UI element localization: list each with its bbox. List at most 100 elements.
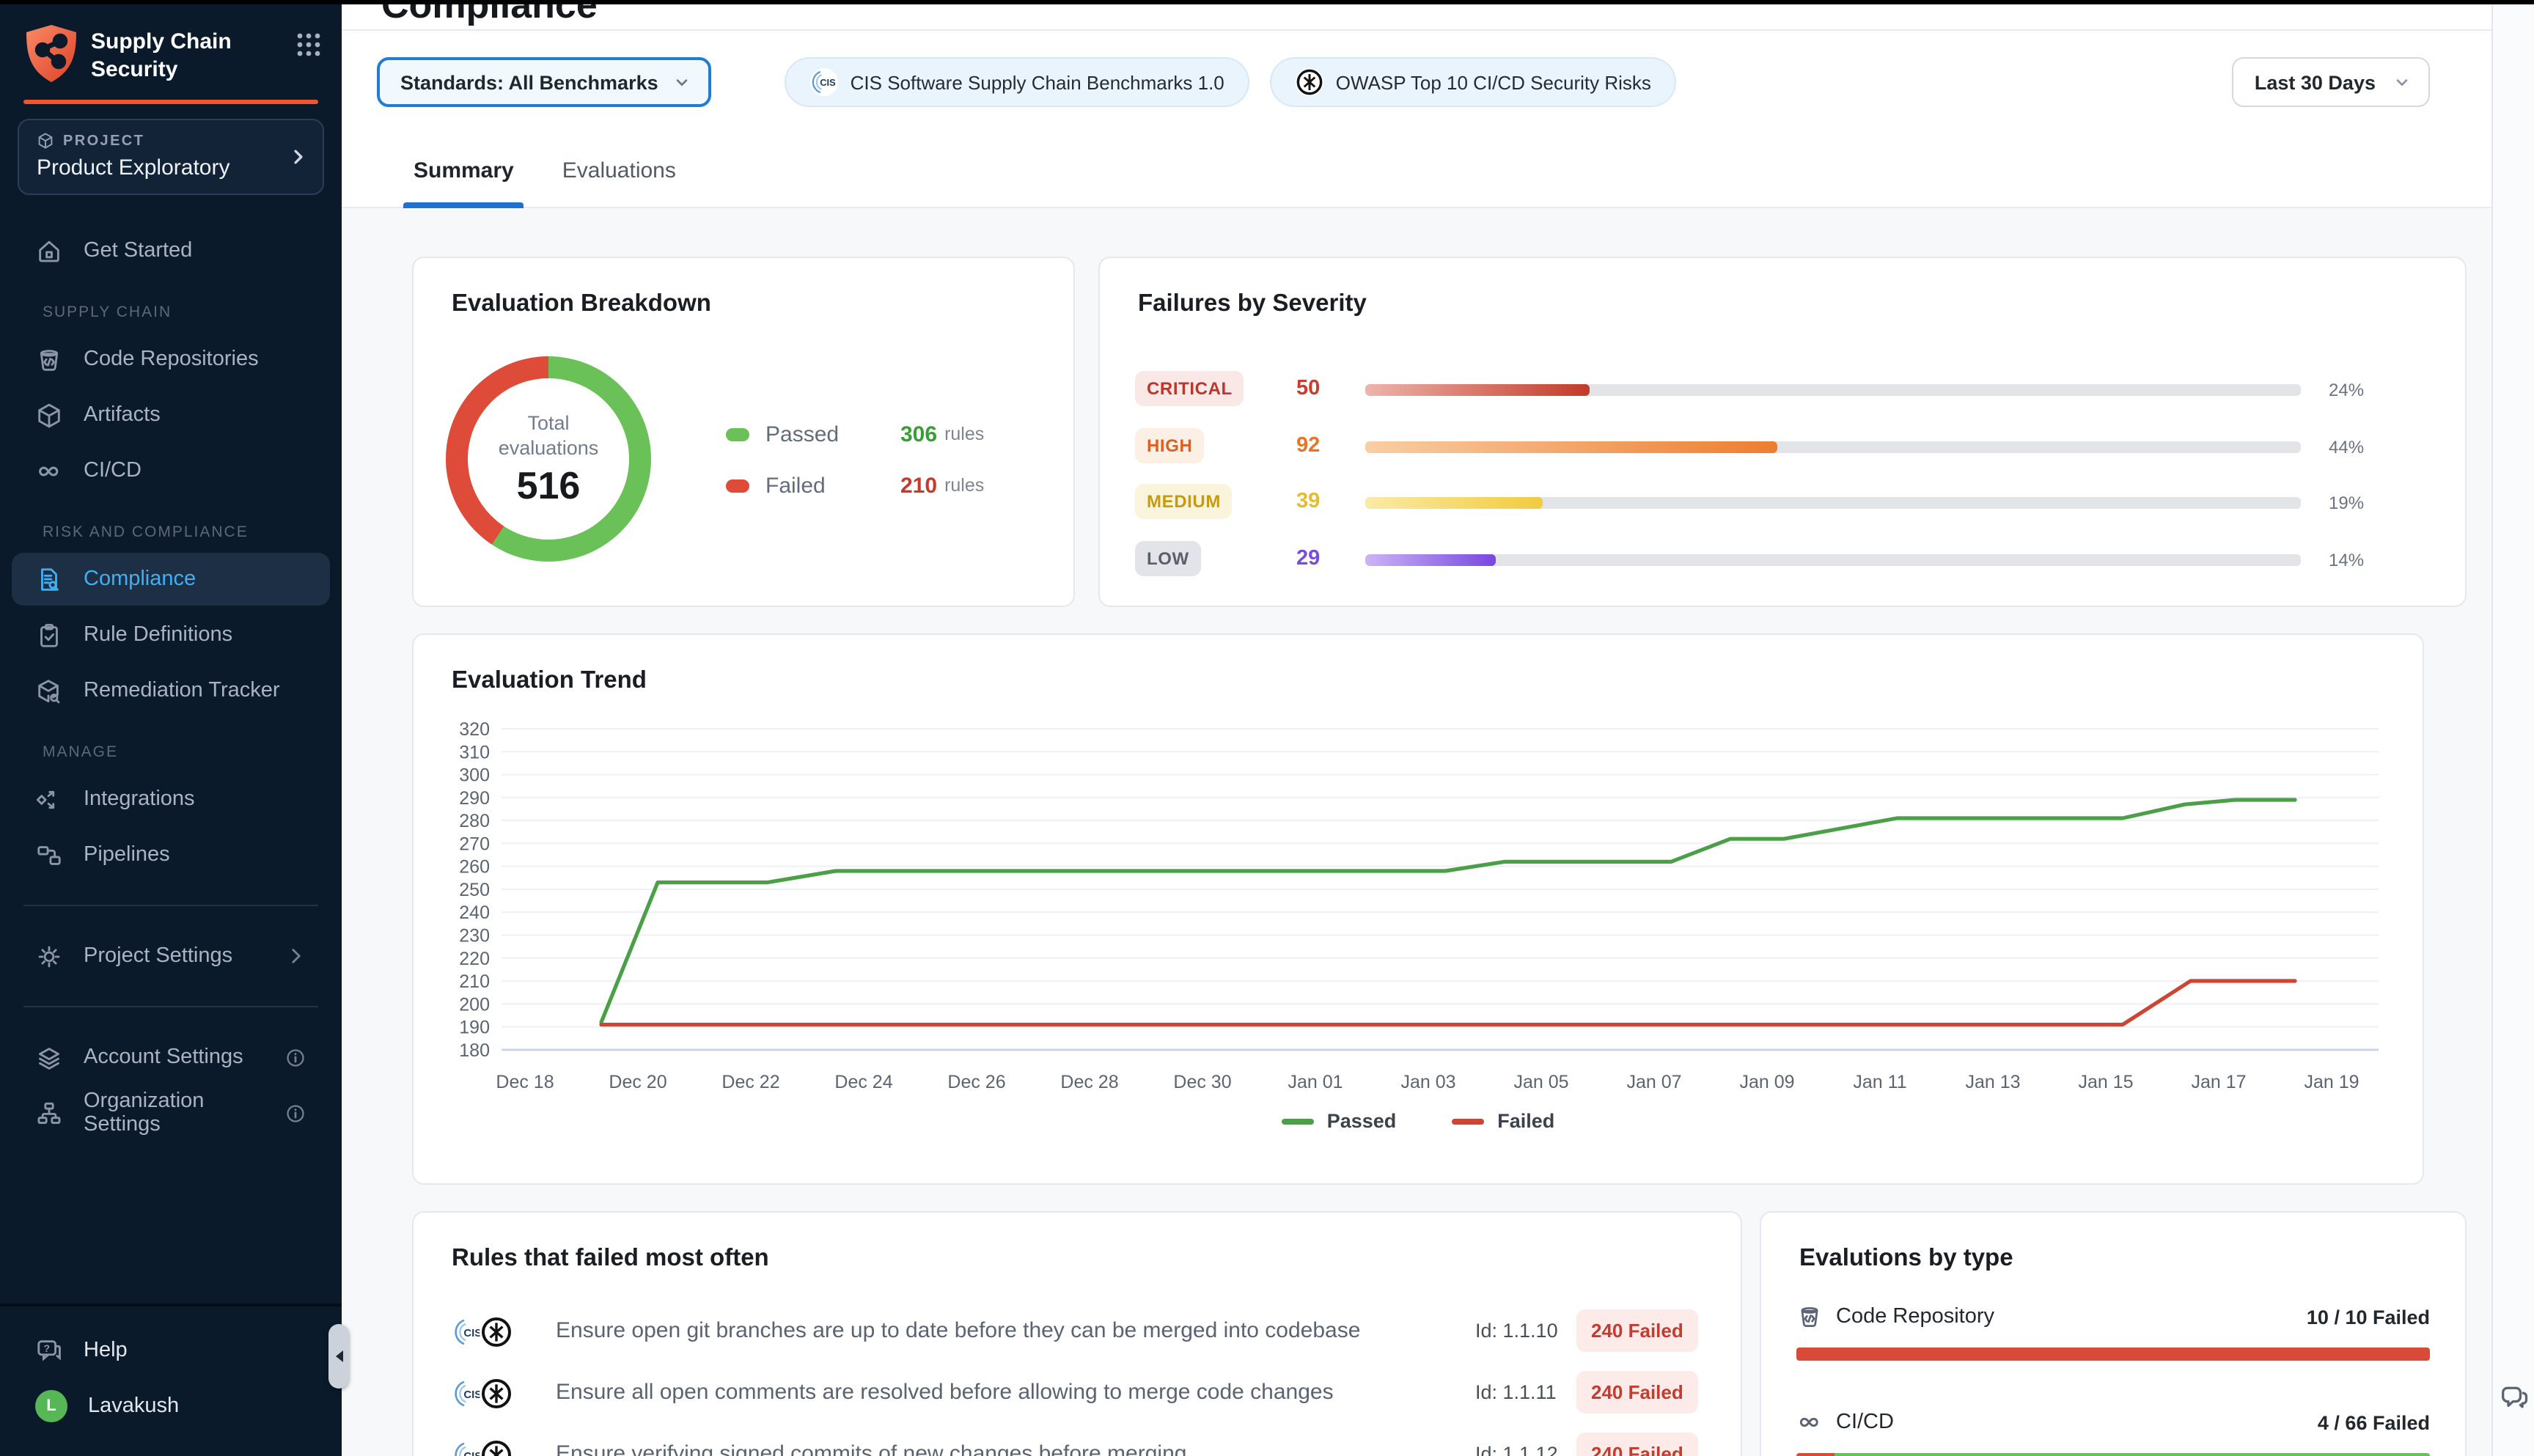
- benchmark-chip-cis[interactable]: CISCIS Software Supply Chain Benchmarks …: [785, 57, 1249, 107]
- pipelines-icon: [35, 841, 63, 869]
- sidebar-item-remediation-tracker[interactable]: Remediation Tracker: [12, 664, 330, 717]
- type-result-bar: [1796, 1453, 2430, 1456]
- failed-count-badge: 240 Failed: [1576, 1433, 1698, 1456]
- failed-rule-row[interactable]: CISEnsure verifying signed commits of ne…: [414, 1435, 1741, 1456]
- avatar: L: [35, 1390, 67, 1422]
- legend-label: Passed: [1327, 1110, 1397, 1132]
- sidebar-item-ci-cd[interactable]: CI/CD: [12, 444, 330, 497]
- date-range-dropdown[interactable]: Last 30 Days: [2233, 57, 2430, 107]
- svg-text:250: 250: [459, 880, 490, 900]
- sidebar-item-label: Pipelines: [84, 843, 170, 867]
- svg-text:320: 320: [459, 719, 490, 740]
- tab-summary[interactable]: Summary: [403, 133, 524, 207]
- divider: [23, 1006, 318, 1007]
- rule-id: Id: 1.1.12: [1475, 1443, 1558, 1456]
- failed-rules-card: Rules that failed most often CISEnsure o…: [412, 1211, 1742, 1456]
- breakdown-legend-failed: Failed210rules: [726, 468, 984, 503]
- sidebar-item-label: Artifacts: [84, 403, 161, 427]
- svg-text:Jan 11: Jan 11: [1853, 1072, 1906, 1092]
- tab-evaluations[interactable]: Evaluations: [552, 133, 686, 207]
- card-title: Evalutions by type: [1799, 1245, 2013, 1273]
- bar-passed-segment: [1835, 1453, 2430, 1456]
- severity-percent: 24%: [2329, 380, 2364, 400]
- svg-text:Dec 26: Dec 26: [947, 1072, 1005, 1092]
- legend-label: Passed: [765, 422, 900, 446]
- owasp-logo-icon: [480, 1438, 513, 1456]
- svg-text:?: ?: [43, 1342, 50, 1354]
- rule-id: Id: 1.1.11: [1475, 1381, 1557, 1403]
- owasp-logo-icon: [480, 1315, 513, 1349]
- card-title: Evaluation Trend: [452, 667, 647, 695]
- card-title: Failures by Severity: [1138, 290, 1367, 318]
- legend-label: Failed: [765, 473, 900, 498]
- type-failed-value: 10 / 10 Failed: [2307, 1306, 2430, 1328]
- date-range-label: Last 30 Days: [2255, 71, 2376, 93]
- failed-count-badge: 240 Failed: [1576, 1309, 1698, 1352]
- nine-dot-grid-icon[interactable]: [296, 32, 321, 57]
- sidebar-item-rule-definitions[interactable]: Rule Definitions: [12, 608, 330, 661]
- chevron-down-icon: [673, 73, 691, 91]
- chevron-right-icon: [289, 147, 308, 166]
- severity-badge: CRITICAL: [1135, 371, 1244, 406]
- severity-percent: 14%: [2329, 549, 2364, 570]
- gear-icon: [35, 942, 63, 970]
- cis-logo-icon: CIS: [809, 67, 839, 97]
- evaluation-type-row-code-repository: Code Repository10 / 10 Failed: [1796, 1304, 2430, 1361]
- sidebar-footer: ? Help L Lavakush: [0, 1304, 342, 1456]
- svg-text:280: 280: [459, 811, 490, 831]
- sidebar-item-account-settings[interactable]: Account Settings: [12, 1031, 330, 1084]
- sidebar-item-integrations[interactable]: Integrations: [12, 773, 330, 826]
- chat-support-icon[interactable]: [2497, 1381, 2531, 1415]
- sidebar-item-compliance[interactable]: Compliance: [12, 553, 330, 606]
- sidebar-item-project-settings[interactable]: Project Settings: [12, 930, 330, 982]
- severity-bar-track: [1365, 554, 2301, 565]
- help-chat-icon: ?: [35, 1336, 63, 1364]
- benchmark-chip-owasp[interactable]: OWASP Top 10 CI/CD Security Risks: [1270, 57, 1676, 107]
- sidebar-item-pipelines[interactable]: Pipelines: [12, 828, 330, 881]
- severity-count: 39: [1296, 490, 1320, 513]
- legend-label: Failed: [1497, 1110, 1554, 1132]
- evaluation-breakdown-card: Evaluation Breakdown Total evaluations 5…: [412, 257, 1075, 607]
- sidebar-item-user[interactable]: L Lavakush: [12, 1380, 330, 1433]
- svg-text:190: 190: [459, 1018, 490, 1038]
- sidebar-item-code-repositories[interactable]: Code Repositories: [12, 333, 330, 386]
- scrollbar-gutter[interactable]: [2491, 0, 2534, 1456]
- severity-bar-track: [1365, 441, 2301, 452]
- sidebar-item-help[interactable]: ? Help: [12, 1324, 330, 1377]
- owasp-logo-icon: [1295, 67, 1324, 97]
- svg-text:Jan 03: Jan 03: [1400, 1072, 1455, 1092]
- standards-dropdown-label: Standards: All Benchmarks: [400, 71, 658, 93]
- severity-bar-track: [1365, 384, 2301, 396]
- sidebar-item-artifacts[interactable]: Artifacts: [12, 389, 330, 441]
- severity-badge: MEDIUM: [1135, 484, 1233, 519]
- legend-swatch: [726, 479, 749, 492]
- sidebar-item-label: Get Started: [84, 239, 192, 262]
- project-selector[interactable]: PROJECT Product Exploratory: [18, 119, 324, 195]
- sidebar-nav: Get StartedSUPPLY CHAINCode Repositories…: [0, 221, 342, 884]
- brand-header: Supply Chain Security: [0, 0, 342, 100]
- rule-description: Ensure verifying signed commits of new c…: [556, 1441, 1186, 1456]
- sidebar-item-label: Project Settings: [84, 944, 232, 968]
- sidebar-item-label: Integrations: [84, 787, 195, 811]
- product-title: Supply Chain Security: [91, 23, 252, 84]
- svg-text:Dec 24: Dec 24: [834, 1072, 892, 1092]
- doc-search-icon: [35, 565, 63, 593]
- evaluation-trend-card: Evaluation Trend 18019020021022023024025…: [412, 633, 2424, 1185]
- legend-unit: rules: [944, 475, 984, 496]
- summary-content: Evaluation Breakdown Total evaluations 5…: [342, 208, 2534, 1456]
- sidebar-item-organization-settings[interactable]: Organization Settings: [12, 1087, 330, 1139]
- standards-dropdown[interactable]: Standards: All Benchmarks: [377, 57, 711, 107]
- project-name: Product Exploratory: [37, 155, 308, 180]
- svg-text:Jan 17: Jan 17: [2191, 1072, 2246, 1092]
- svg-text:310: 310: [459, 742, 490, 762]
- sidebar-item-get-started[interactable]: Get Started: [12, 224, 330, 277]
- svg-text:240: 240: [459, 902, 490, 923]
- cube-icon: [35, 401, 63, 429]
- severity-count: 29: [1296, 546, 1320, 570]
- failed-rule-row[interactable]: CISEnsure open git branches are up to da…: [414, 1312, 1741, 1356]
- sidebar-collapse-handle[interactable]: [328, 1324, 349, 1389]
- severity-row-high: HIGH9244%: [1100, 427, 2465, 466]
- failed-rule-row[interactable]: CISEnsure all open comments are resolved…: [414, 1374, 1741, 1418]
- severity-row-low: LOW2914%: [1100, 540, 2465, 578]
- svg-text:Jan 05: Jan 05: [1513, 1072, 1568, 1092]
